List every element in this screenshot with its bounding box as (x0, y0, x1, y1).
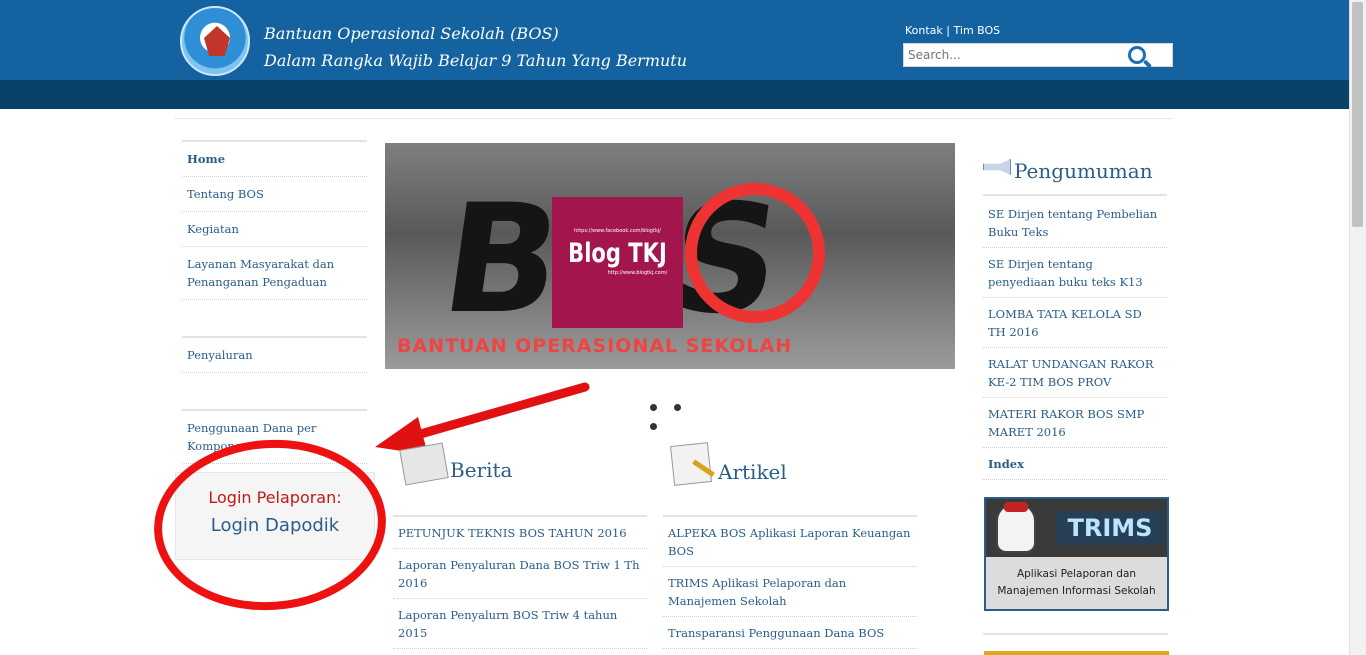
trims-banner[interactable]: TRIMS Aplikasi Pelaporan dan Manajemen I… (984, 497, 1169, 611)
left-navigation: Home Tentang BOS Kegiatan Layanan Masyar… (182, 140, 367, 464)
kontak-link[interactable]: Kontak (905, 24, 943, 37)
sidebar-divider (983, 633, 1168, 635)
slider-pagination (650, 396, 720, 430)
pengumuman-heading: Pengumuman (983, 148, 1167, 196)
scrollbar-thumb[interactable] (1352, 2, 1363, 227)
berita-item[interactable]: Laporan Penyalurn BOS Triw 4 tahun 2015 (393, 599, 647, 649)
search-box (903, 43, 1173, 67)
search-icon[interactable] (1128, 46, 1146, 64)
pengumuman-index-link[interactable]: Index (983, 448, 1167, 480)
link-separator: | (946, 24, 951, 37)
blog-tkj-watermark: https://www.facebook.com/blogtkj/ Blog T… (552, 197, 683, 328)
content-divider (175, 118, 1173, 119)
slider-dot-2[interactable] (674, 404, 681, 411)
berita-item[interactable]: Laporan Penyaluran Dana BOS Triw 1 Th 20… (393, 549, 647, 599)
artikel-item[interactable]: ALPEKA BOS Aplikasi Laporan Keuangan BOS (663, 517, 917, 567)
slide-caption: BANTUAN OPERASIONAL SEKOLAH (397, 335, 793, 357)
watermark-title: Blog TKJ (568, 238, 667, 269)
nav-item-layanan-masyarakat[interactable]: Layanan Masyarakat dan Penanganan Pengad… (182, 247, 367, 300)
nav-item-penyaluran[interactable]: Penyaluran (182, 338, 367, 373)
nav-bar (0, 80, 1349, 109)
slider-dot-3[interactable] (650, 423, 657, 430)
berita-title[interactable]: Berita (450, 458, 512, 482)
search-input[interactable] (904, 44, 1119, 66)
pengumuman-item[interactable]: LOMBA TATA KELOLA SD TH 2016 (983, 298, 1167, 348)
pengumuman-item[interactable]: SE Dirjen tentang penyediaan buku teks K… (983, 248, 1167, 298)
trims-description: Aplikasi Pelaporan dan Manajemen Informa… (997, 568, 1156, 597)
slider-dot-1[interactable] (650, 404, 657, 411)
article-pencil-icon (670, 442, 712, 486)
artikel-heading: Artikel (670, 442, 787, 486)
newspaper-icon (399, 442, 449, 486)
top-links: Kontak | Tim BOS (905, 24, 1000, 37)
trims-banner-top: TRIMS (986, 499, 1167, 557)
kemendikbud-logo-icon[interactable] (180, 6, 250, 76)
pengumuman-item[interactable]: SE Dirjen tentang Pembelian Buku Teks (983, 198, 1167, 248)
watermark-site-url: http://www.blogtkj.com/ (607, 270, 668, 276)
slide-ring (685, 183, 825, 323)
trims-robot-icon (996, 502, 1036, 553)
berita-list: PETUNJUK TEKNIS BOS TAHUN 2016 Laporan P… (393, 515, 647, 649)
watermark-facebook-url: https://www.facebook.com/blogtkj/ (574, 228, 661, 234)
megaphone-icon (983, 159, 1011, 175)
pengumuman-list: SE Dirjen tentang Pembelian Buku Teks SE… (983, 198, 1167, 480)
artikel-item[interactable]: Transparansi Penggunaan Dana BOS (663, 617, 917, 649)
page-scrollbar[interactable] (1349, 0, 1366, 655)
tim-bos-link[interactable]: Tim BOS (954, 24, 1001, 37)
site-title-line2: Dalam Rangka Wajib Belajar 9 Tahun Yang … (264, 51, 688, 70)
berita-heading: Berita (399, 442, 512, 486)
trims-brand: TRIMS (1056, 511, 1164, 545)
nav-item-kegiatan[interactable]: Kegiatan (182, 212, 367, 247)
artikel-list: ALPEKA BOS Aplikasi Laporan Keuangan BOS… (663, 515, 917, 649)
berita-item[interactable]: PETUNJUK TEKNIS BOS TAHUN 2016 (393, 517, 647, 549)
pengumuman-item[interactable]: RALAT UNDANGAN RAKOR KE-2 TIM BOS PROV (983, 348, 1167, 398)
next-banner-edge[interactable] (984, 651, 1169, 655)
artikel-item[interactable]: TRIMS Aplikasi Pelaporan dan Manajemen S… (663, 567, 917, 617)
pengumuman-item[interactable]: MATERI RAKOR BOS SMP MARET 2016 (983, 398, 1167, 448)
nav-item-tentang-bos[interactable]: Tentang BOS (182, 177, 367, 212)
pengumuman-title[interactable]: Pengumuman (1014, 159, 1153, 183)
nav-item-home[interactable]: Home (182, 142, 367, 177)
site-title: Bantuan Operasional Sekolah (BOS) Dalam … (264, 20, 687, 74)
site-title-line1: Bantuan Operasional Sekolah (BOS) (264, 24, 559, 43)
artikel-title[interactable]: Artikel (718, 460, 787, 484)
